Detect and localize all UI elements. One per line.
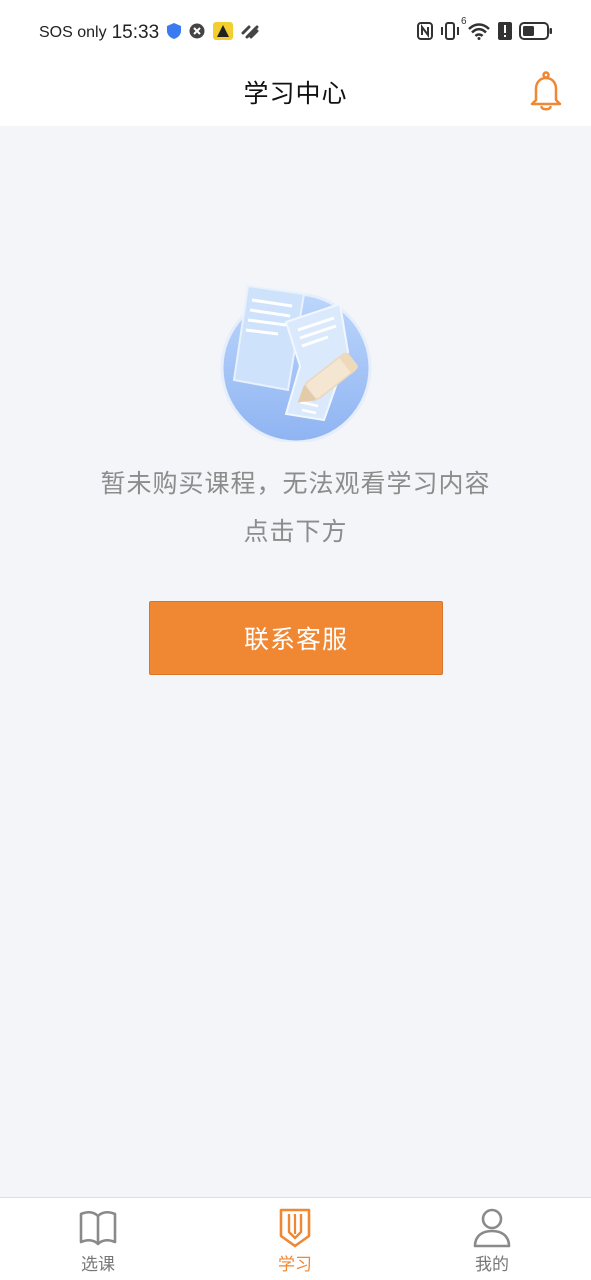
book-icon xyxy=(78,1206,118,1248)
status-time: 15:33 xyxy=(111,22,160,43)
network-type-label: 6 xyxy=(461,16,467,27)
nav-label-courses: 选课 xyxy=(81,1255,115,1275)
contact-support-button[interactable]: 联系客服 xyxy=(149,601,443,675)
status-right: 6 xyxy=(410,16,553,46)
page-title: 学习中心 xyxy=(243,79,348,108)
nav-item-study[interactable]: 学习 xyxy=(235,1198,355,1280)
alert-icon xyxy=(498,22,512,44)
shield-icon xyxy=(167,23,182,43)
bell-icon[interactable] xyxy=(529,70,563,112)
wifi-icon: 6 xyxy=(461,16,491,44)
empty-state-message: 暂未购买课程，无法观看学习内容 xyxy=(100,469,491,498)
battery-icon xyxy=(519,22,553,44)
nav-item-courses[interactable]: 选课 xyxy=(38,1198,158,1280)
header: 学习中心 xyxy=(0,62,591,126)
app-badge-icon xyxy=(213,22,234,44)
vibrate-icon xyxy=(440,22,460,44)
empty-state-sub-message: 点击下方 xyxy=(243,517,348,546)
bottom-nav: 选课 学习 我的 xyxy=(0,1197,591,1280)
status-bar: SOS only 15:33 6 xyxy=(0,0,591,62)
status-left: SOS only 15:33 xyxy=(39,20,267,46)
documents-pencil-icon xyxy=(216,282,376,444)
nav-label-study: 学习 xyxy=(278,1255,312,1275)
close-circle-icon xyxy=(189,23,205,43)
wave-icon xyxy=(241,23,259,43)
nav-label-profile: 我的 xyxy=(475,1255,509,1275)
learning-center-screen: SOS only 15:33 6 学习中心 暂未购买课程，无法观看学习内容 点击… xyxy=(0,0,591,1280)
user-icon xyxy=(472,1206,512,1248)
carrier-label: SOS only xyxy=(39,24,107,41)
nfc-icon xyxy=(417,22,433,44)
nav-item-profile[interactable]: 我的 xyxy=(432,1198,552,1280)
pencil-book-icon xyxy=(275,1206,315,1248)
